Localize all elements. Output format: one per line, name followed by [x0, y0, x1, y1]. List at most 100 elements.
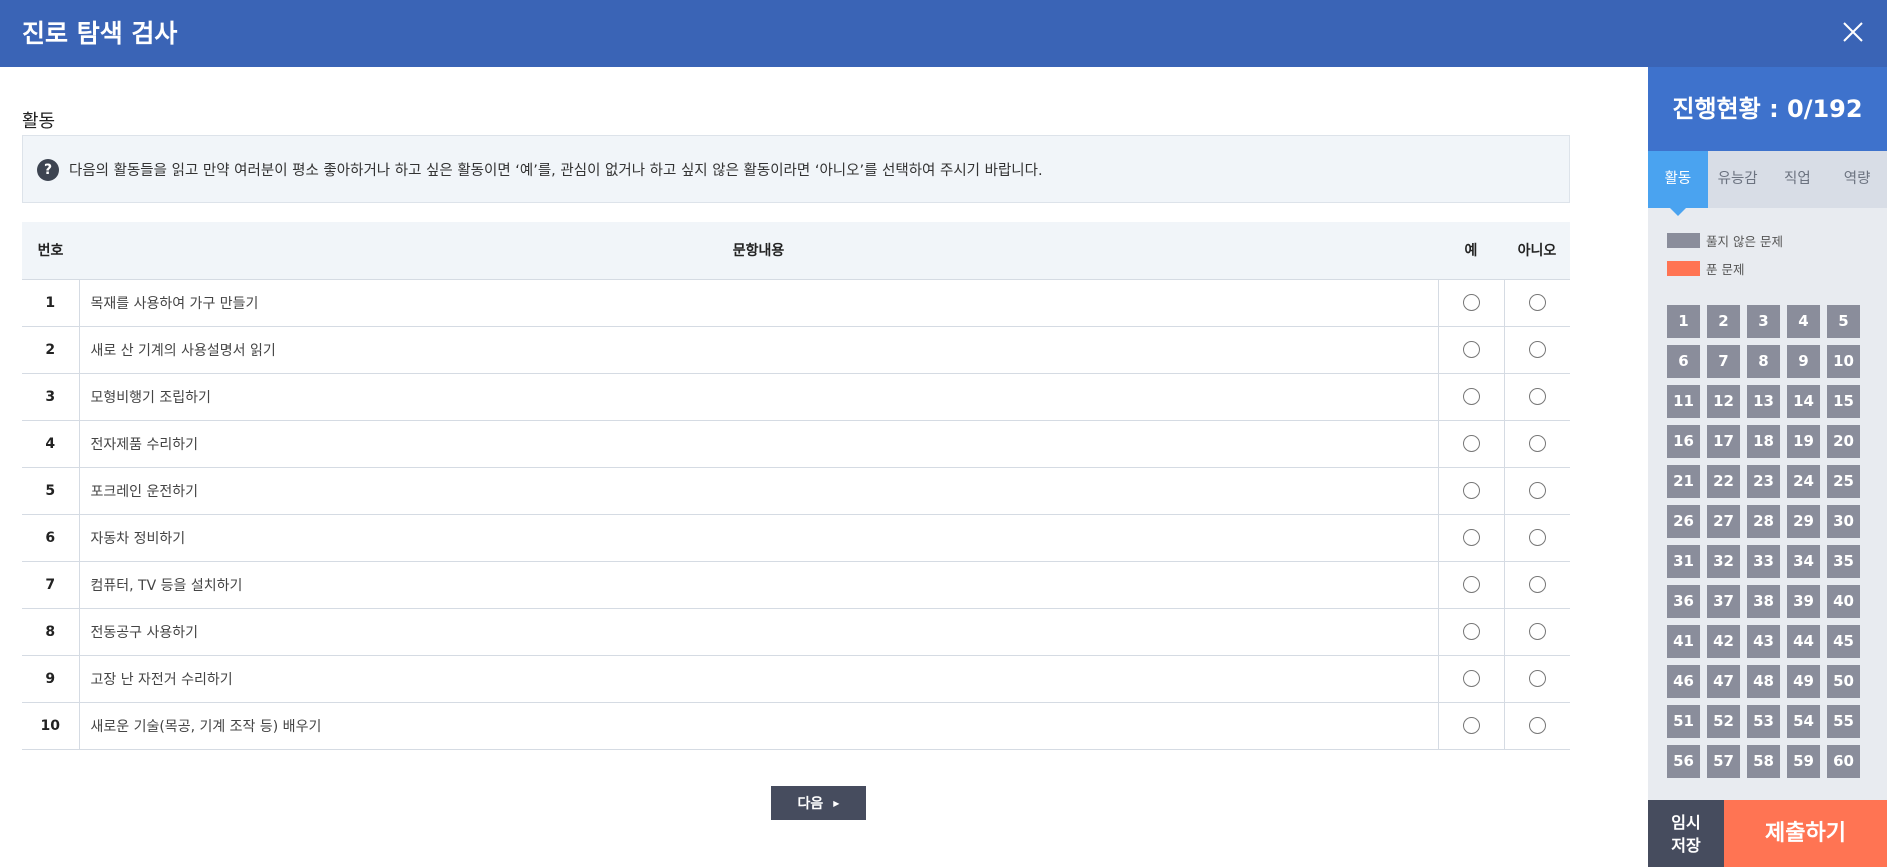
no-radio[interactable] — [1528, 670, 1546, 687]
tab-capability[interactable]: 역량 — [1827, 151, 1887, 208]
question-number-button[interactable]: 50 — [1827, 665, 1860, 698]
question-number-button[interactable]: 31 — [1667, 545, 1700, 578]
question-number-button[interactable]: 3 — [1747, 305, 1780, 338]
row-number: 1 — [22, 279, 80, 327]
question-number-button[interactable]: 59 — [1787, 745, 1820, 778]
no-radio[interactable] — [1528, 576, 1546, 593]
question-number-button[interactable]: 24 — [1787, 465, 1820, 498]
no-radio[interactable] — [1528, 717, 1546, 734]
question-number-button[interactable]: 4 — [1787, 305, 1820, 338]
question-number-button[interactable]: 7 — [1707, 345, 1740, 378]
no-radio[interactable] — [1528, 623, 1546, 640]
tab-activity[interactable]: 활동 — [1648, 151, 1708, 216]
question-number-button[interactable]: 37 — [1707, 585, 1740, 618]
question-number-button[interactable]: 8 — [1747, 345, 1780, 378]
yes-radio[interactable] — [1462, 388, 1480, 405]
question-number-button[interactable]: 11 — [1667, 385, 1700, 418]
question-number-button[interactable]: 39 — [1787, 585, 1820, 618]
question-number-button[interactable]: 10 — [1827, 345, 1860, 378]
question-number-button[interactable]: 12 — [1707, 385, 1740, 418]
question-number-button[interactable]: 30 — [1827, 505, 1860, 538]
no-cell — [1504, 702, 1570, 750]
question-number-button[interactable]: 41 — [1667, 625, 1700, 658]
question-number-button[interactable]: 60 — [1827, 745, 1860, 778]
question-number-button[interactable]: 36 — [1667, 585, 1700, 618]
question-number-button[interactable]: 52 — [1707, 705, 1740, 738]
no-radio[interactable] — [1528, 529, 1546, 546]
question-number-button[interactable]: 15 — [1827, 385, 1860, 418]
yes-radio[interactable] — [1462, 623, 1480, 640]
question-number-button[interactable]: 51 — [1667, 705, 1700, 738]
question-number-button[interactable]: 28 — [1747, 505, 1780, 538]
question-number-button[interactable]: 18 — [1747, 425, 1780, 458]
submit-button[interactable]: 제출하기 — [1724, 800, 1887, 867]
question-number-button[interactable]: 57 — [1707, 745, 1740, 778]
yes-radio[interactable] — [1462, 529, 1480, 546]
yes-radio[interactable] — [1462, 435, 1480, 452]
question-number-button[interactable]: 34 — [1787, 545, 1820, 578]
section-title: 활동 — [22, 111, 56, 132]
yes-cell — [1438, 608, 1505, 656]
question-number-button[interactable]: 47 — [1707, 665, 1740, 698]
question-number-button[interactable]: 5 — [1827, 305, 1860, 338]
yes-radio[interactable] — [1462, 670, 1480, 687]
row-text: 전동공구 사용하기 — [79, 608, 1439, 656]
question-number-button[interactable]: 29 — [1787, 505, 1820, 538]
question-number-button[interactable]: 40 — [1827, 585, 1860, 618]
question-number-button[interactable]: 44 — [1787, 625, 1820, 658]
instruction-box: ? 다음의 활동들을 읽고 만약 여러분이 평소 좋아하거나 하고 싶은 활동이… — [22, 135, 1570, 203]
question-number-button[interactable]: 6 — [1667, 345, 1700, 378]
table-row: 5 포크레인 운전하기 — [22, 467, 1570, 515]
question-number-button[interactable]: 55 — [1827, 705, 1860, 738]
question-number-button[interactable]: 16 — [1667, 425, 1700, 458]
yes-radio[interactable] — [1462, 482, 1480, 499]
question-number-button[interactable]: 13 — [1747, 385, 1780, 418]
header-no: 아니오 — [1504, 222, 1570, 280]
row-text: 목재를 사용하여 가구 만들기 — [79, 279, 1439, 327]
question-number-button[interactable]: 27 — [1707, 505, 1740, 538]
question-number-button[interactable]: 58 — [1747, 745, 1780, 778]
row-number: 6 — [22, 514, 80, 562]
temp-save-button[interactable]: 임시 저장 — [1648, 800, 1724, 867]
question-number-button[interactable]: 9 — [1787, 345, 1820, 378]
no-radio[interactable] — [1528, 482, 1546, 499]
yes-radio[interactable] — [1462, 717, 1480, 734]
question-number-button[interactable]: 32 — [1707, 545, 1740, 578]
yes-radio[interactable] — [1462, 341, 1480, 358]
question-number-button[interactable]: 17 — [1707, 425, 1740, 458]
no-radio[interactable] — [1528, 435, 1546, 452]
next-button[interactable]: 다음 ▶ — [771, 786, 866, 820]
question-number-button[interactable]: 25 — [1827, 465, 1860, 498]
question-number-button[interactable]: 20 — [1827, 425, 1860, 458]
question-number-button[interactable]: 46 — [1667, 665, 1700, 698]
question-number-button[interactable]: 33 — [1747, 545, 1780, 578]
question-number-button[interactable]: 56 — [1667, 745, 1700, 778]
question-number-button[interactable]: 42 — [1707, 625, 1740, 658]
question-number-button[interactable]: 38 — [1747, 585, 1780, 618]
question-number-button[interactable]: 26 — [1667, 505, 1700, 538]
question-number-button[interactable]: 35 — [1827, 545, 1860, 578]
question-number-button[interactable]: 2 — [1707, 305, 1740, 338]
no-radio[interactable] — [1528, 294, 1546, 311]
question-number-button[interactable]: 23 — [1747, 465, 1780, 498]
question-number-button[interactable]: 49 — [1787, 665, 1820, 698]
yes-radio[interactable] — [1462, 576, 1480, 593]
question-number-button[interactable]: 53 — [1747, 705, 1780, 738]
no-radio[interactable] — [1528, 388, 1546, 405]
close-icon[interactable] — [1841, 20, 1865, 44]
question-number-button[interactable]: 14 — [1787, 385, 1820, 418]
no-radio[interactable] — [1528, 341, 1546, 358]
question-number-button[interactable]: 48 — [1747, 665, 1780, 698]
question-number-button[interactable]: 45 — [1827, 625, 1860, 658]
question-number-button[interactable]: 1 — [1667, 305, 1700, 338]
question-number-button[interactable]: 43 — [1747, 625, 1780, 658]
question-number-button[interactable]: 22 — [1707, 465, 1740, 498]
question-number-button[interactable]: 21 — [1667, 465, 1700, 498]
table-header-row: 번호 문항내용 예 아니오 — [22, 222, 1570, 280]
tab-job[interactable]: 직업 — [1768, 151, 1828, 208]
question-number-button[interactable]: 54 — [1787, 705, 1820, 738]
table-row: 8 전동공구 사용하기 — [22, 608, 1570, 656]
yes-radio[interactable] — [1462, 294, 1480, 311]
tab-competence[interactable]: 유능감 — [1708, 151, 1768, 208]
question-number-button[interactable]: 19 — [1787, 425, 1820, 458]
